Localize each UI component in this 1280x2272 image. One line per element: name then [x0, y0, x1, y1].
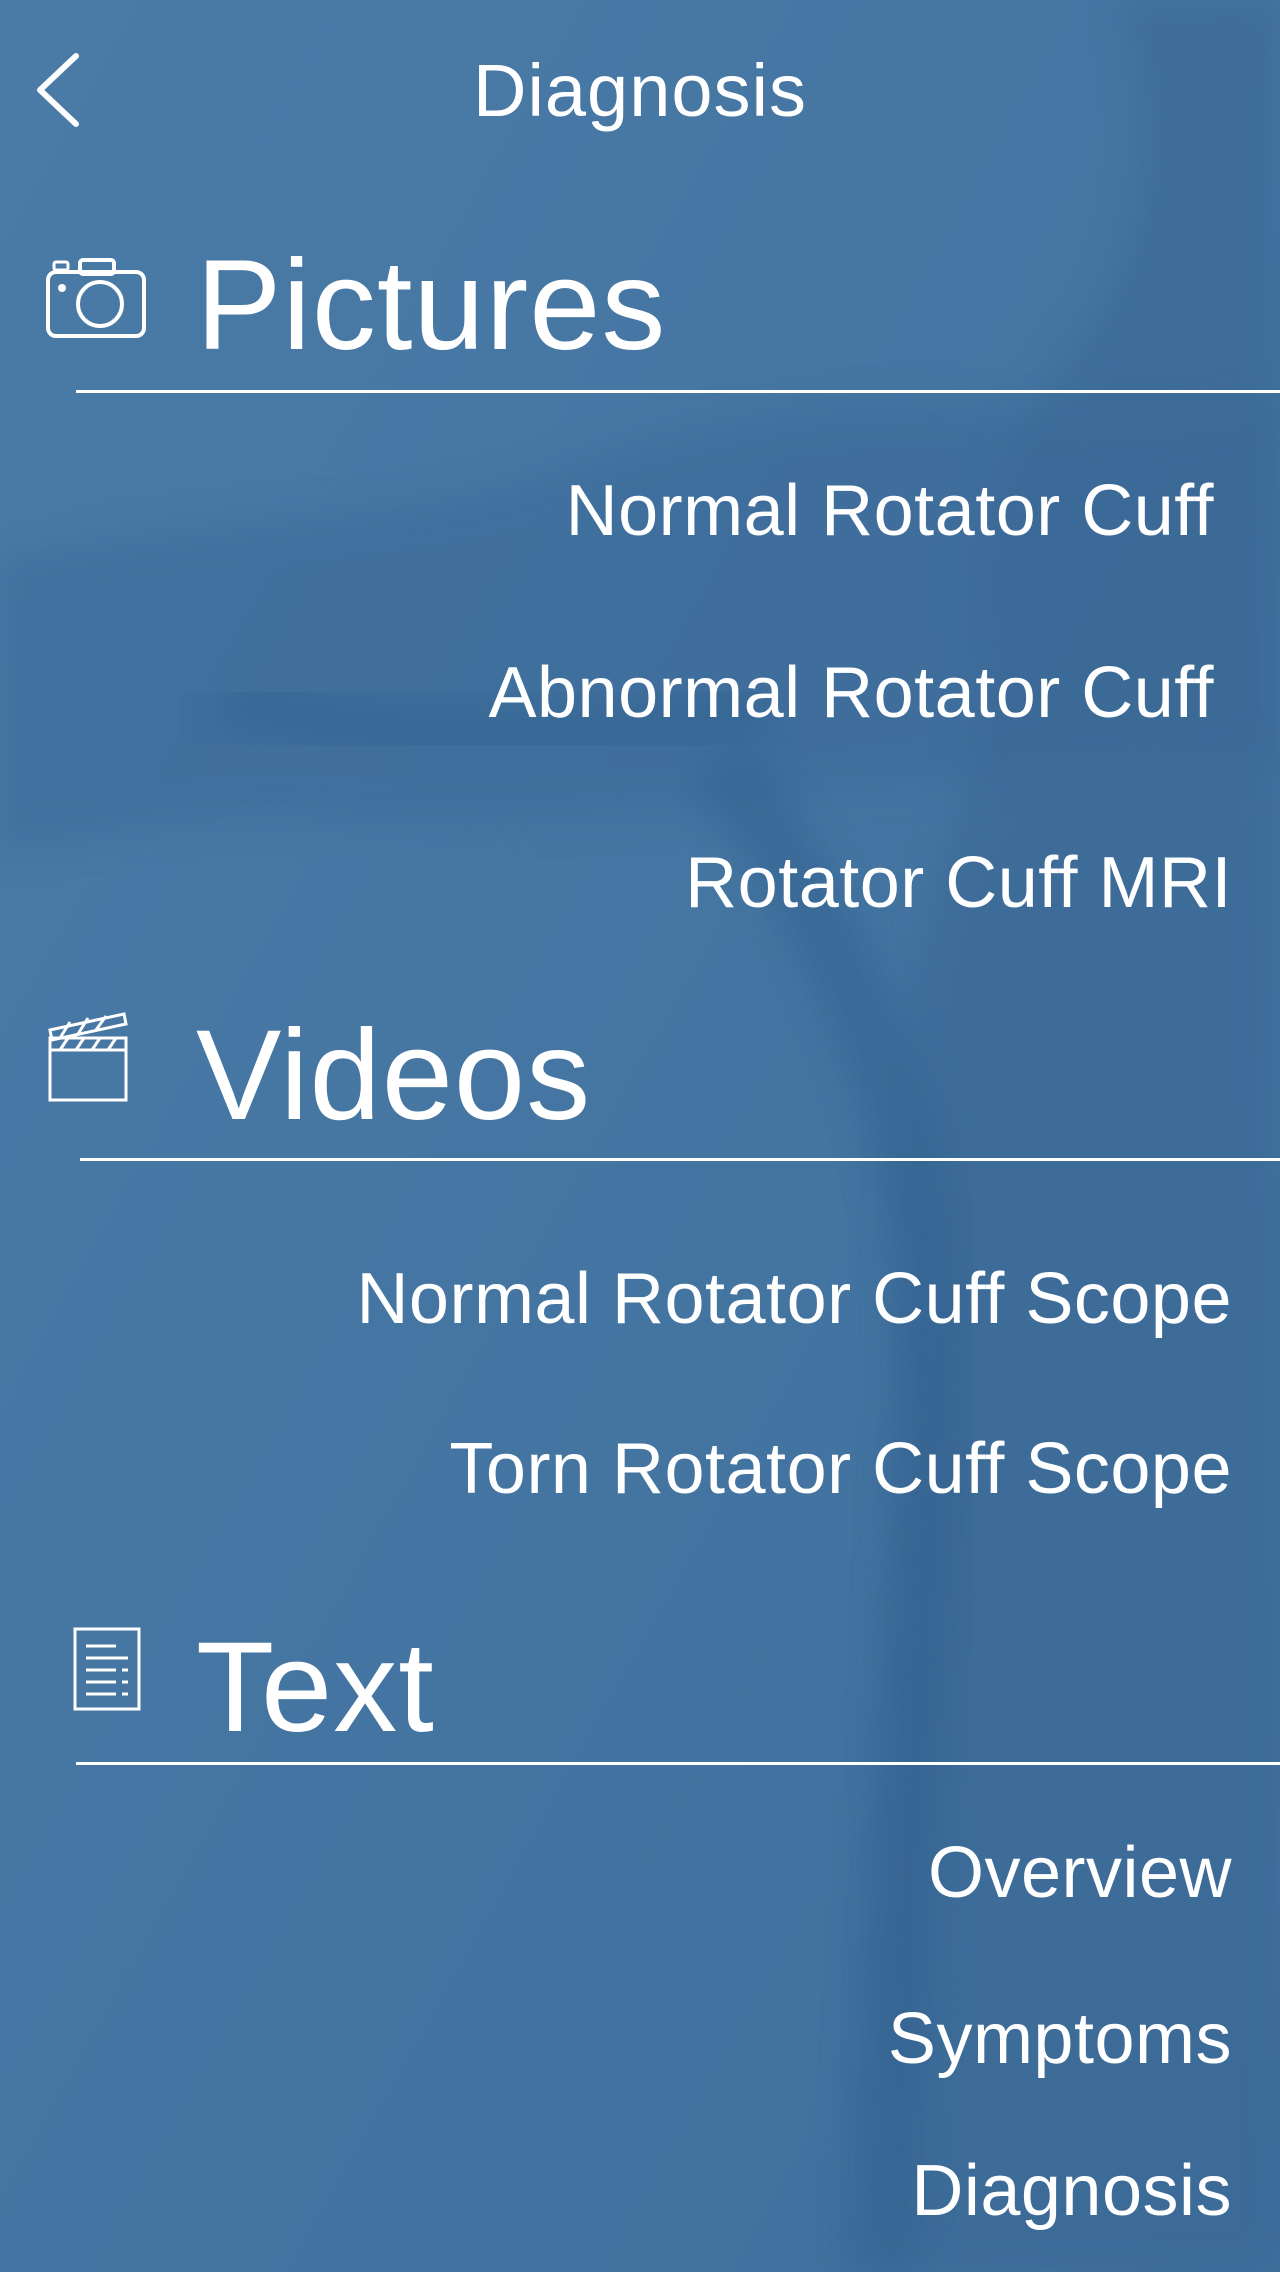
- menu-item-overview[interactable]: Overview: [928, 1832, 1232, 1914]
- section-videos: Videos: [0, 990, 1280, 1150]
- menu-item-torn-rotator-cuff-scope[interactable]: Torn Rotator Cuff Scope: [449, 1428, 1232, 1510]
- header-bar: Diagnosis: [0, 0, 1280, 190]
- diagnosis-screen: Diagnosis Pictures Normal Rotator Cuff A…: [0, 0, 1280, 2272]
- document-icon: [73, 1627, 141, 1711]
- clapperboard-icon: [48, 1012, 128, 1102]
- menu-item-normal-rotator-cuff[interactable]: Normal Rotator Cuff: [566, 470, 1214, 552]
- menu-item-abnormal-rotator-cuff[interactable]: Abnormal Rotator Cuff: [488, 652, 1214, 734]
- divider-pictures: [76, 390, 1280, 393]
- divider-videos: [80, 1158, 1280, 1161]
- camera-icon: [46, 258, 146, 338]
- menu-item-symptoms[interactable]: Symptoms: [888, 1998, 1232, 2080]
- section-title-text: Text: [196, 1616, 435, 1759]
- section-title-pictures: Pictures: [196, 234, 667, 377]
- menu-item-normal-rotator-cuff-scope[interactable]: Normal Rotator Cuff Scope: [356, 1258, 1232, 1340]
- menu-item-diagnosis[interactable]: Diagnosis: [911, 2150, 1232, 2232]
- section-text: Text: [0, 1602, 1280, 1762]
- menu-item-rotator-cuff-mri[interactable]: Rotator Cuff MRI: [685, 842, 1232, 924]
- section-title-videos: Videos: [196, 1004, 592, 1147]
- section-pictures: Pictures: [0, 220, 1280, 380]
- divider-text: [76, 1762, 1280, 1765]
- page-title: Diagnosis: [473, 49, 807, 132]
